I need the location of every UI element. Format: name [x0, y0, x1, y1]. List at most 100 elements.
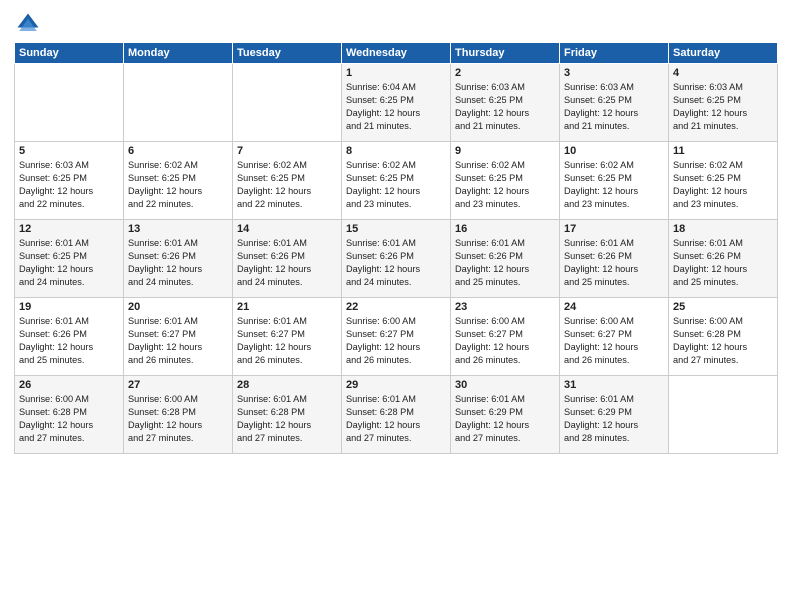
calendar-cell: 11 Sunrise: 6:02 AM Sunset: 6:25 PM Dayli…	[669, 142, 778, 220]
day-info: Sunrise: 6:01 AM Sunset: 6:26 PM Dayligh…	[237, 237, 337, 289]
header	[14, 10, 778, 38]
day-number: 16	[455, 223, 555, 235]
calendar-cell: 24 Sunrise: 6:00 AM Sunset: 6:27 PM Dayli…	[560, 298, 669, 376]
day-number: 3	[564, 67, 664, 79]
day-number: 26	[19, 379, 119, 391]
day-info: Sunrise: 6:03 AM Sunset: 6:25 PM Dayligh…	[673, 81, 773, 133]
day-number: 5	[19, 145, 119, 157]
calendar-cell: 28 Sunrise: 6:01 AM Sunset: 6:28 PM Dayli…	[233, 376, 342, 454]
calendar-cell: 26 Sunrise: 6:00 AM Sunset: 6:28 PM Dayli…	[15, 376, 124, 454]
calendar-cell	[124, 64, 233, 142]
day-info: Sunrise: 6:02 AM Sunset: 6:25 PM Dayligh…	[564, 159, 664, 211]
day-info: Sunrise: 6:00 AM Sunset: 6:27 PM Dayligh…	[455, 315, 555, 367]
header-day-friday: Friday	[560, 43, 669, 64]
day-number: 6	[128, 145, 228, 157]
day-info: Sunrise: 6:00 AM Sunset: 6:27 PM Dayligh…	[564, 315, 664, 367]
calendar-week-row: 12 Sunrise: 6:01 AM Sunset: 6:25 PM Dayli…	[15, 220, 778, 298]
calendar-header-row: SundayMondayTuesdayWednesdayThursdayFrid…	[15, 43, 778, 64]
day-number: 10	[564, 145, 664, 157]
day-info: Sunrise: 6:03 AM Sunset: 6:25 PM Dayligh…	[455, 81, 555, 133]
day-number: 17	[564, 223, 664, 235]
day-number: 11	[673, 145, 773, 157]
day-info: Sunrise: 6:01 AM Sunset: 6:26 PM Dayligh…	[455, 237, 555, 289]
day-number: 13	[128, 223, 228, 235]
header-day-tuesday: Tuesday	[233, 43, 342, 64]
calendar-week-row: 1 Sunrise: 6:04 AM Sunset: 6:25 PM Daylig…	[15, 64, 778, 142]
day-info: Sunrise: 6:01 AM Sunset: 6:29 PM Dayligh…	[564, 393, 664, 445]
calendar-cell: 23 Sunrise: 6:00 AM Sunset: 6:27 PM Dayli…	[451, 298, 560, 376]
calendar-cell	[233, 64, 342, 142]
header-day-thursday: Thursday	[451, 43, 560, 64]
header-day-wednesday: Wednesday	[342, 43, 451, 64]
day-info: Sunrise: 6:01 AM Sunset: 6:28 PM Dayligh…	[237, 393, 337, 445]
calendar-table: SundayMondayTuesdayWednesdayThursdayFrid…	[14, 42, 778, 454]
day-info: Sunrise: 6:01 AM Sunset: 6:26 PM Dayligh…	[564, 237, 664, 289]
calendar-cell: 13 Sunrise: 6:01 AM Sunset: 6:26 PM Dayli…	[124, 220, 233, 298]
day-info: Sunrise: 6:02 AM Sunset: 6:25 PM Dayligh…	[128, 159, 228, 211]
main-container: SundayMondayTuesdayWednesdayThursdayFrid…	[0, 0, 792, 464]
calendar-cell: 15Sunrise: 6:01 AM Sunset: 6:26 PM Dayli…	[342, 220, 451, 298]
calendar-cell: 6 Sunrise: 6:02 AM Sunset: 6:25 PM Daylig…	[124, 142, 233, 220]
calendar-cell: 3 Sunrise: 6:03 AM Sunset: 6:25 PM Daylig…	[560, 64, 669, 142]
calendar-cell: 27 Sunrise: 6:00 AM Sunset: 6:28 PM Dayli…	[124, 376, 233, 454]
header-day-monday: Monday	[124, 43, 233, 64]
day-info: Sunrise: 6:00 AM Sunset: 6:27 PM Dayligh…	[346, 315, 446, 367]
day-info: Sunrise: 6:01 AM Sunset: 6:25 PM Dayligh…	[19, 237, 119, 289]
day-number: 7	[237, 145, 337, 157]
calendar-cell: 18 Sunrise: 6:01 AM Sunset: 6:26 PM Dayli…	[669, 220, 778, 298]
calendar-week-row: 26 Sunrise: 6:00 AM Sunset: 6:28 PM Dayli…	[15, 376, 778, 454]
calendar-cell: 4 Sunrise: 6:03 AM Sunset: 6:25 PM Daylig…	[669, 64, 778, 142]
calendar-cell: 17 Sunrise: 6:01 AM Sunset: 6:26 PM Dayli…	[560, 220, 669, 298]
calendar-cell	[669, 376, 778, 454]
day-number: 14	[237, 223, 337, 235]
day-info: Sunrise: 6:01 AM Sunset: 6:26 PM Dayligh…	[673, 237, 773, 289]
day-number: 15	[346, 223, 446, 235]
day-number: 12	[19, 223, 119, 235]
day-number: 4	[673, 67, 773, 79]
day-number: 30	[455, 379, 555, 391]
calendar-cell: 31Sunrise: 6:01 AM Sunset: 6:29 PM Dayli…	[560, 376, 669, 454]
calendar-cell: 30 Sunrise: 6:01 AM Sunset: 6:29 PM Dayli…	[451, 376, 560, 454]
calendar-cell: 22 Sunrise: 6:00 AM Sunset: 6:27 PM Dayli…	[342, 298, 451, 376]
calendar-cell: 9Sunrise: 6:02 AM Sunset: 6:25 PM Daylig…	[451, 142, 560, 220]
day-info: Sunrise: 6:01 AM Sunset: 6:28 PM Dayligh…	[346, 393, 446, 445]
day-info: Sunrise: 6:00 AM Sunset: 6:28 PM Dayligh…	[128, 393, 228, 445]
day-info: Sunrise: 6:00 AM Sunset: 6:28 PM Dayligh…	[673, 315, 773, 367]
day-number: 28	[237, 379, 337, 391]
day-number: 24	[564, 301, 664, 313]
day-info: Sunrise: 6:02 AM Sunset: 6:25 PM Dayligh…	[673, 159, 773, 211]
day-number: 23	[455, 301, 555, 313]
day-number: 21	[237, 301, 337, 313]
calendar-cell: 25Sunrise: 6:00 AM Sunset: 6:28 PM Dayli…	[669, 298, 778, 376]
calendar-cell: 7 Sunrise: 6:02 AM Sunset: 6:25 PM Daylig…	[233, 142, 342, 220]
day-info: Sunrise: 6:01 AM Sunset: 6:26 PM Dayligh…	[19, 315, 119, 367]
day-info: Sunrise: 6:00 AM Sunset: 6:28 PM Dayligh…	[19, 393, 119, 445]
day-info: Sunrise: 6:01 AM Sunset: 6:26 PM Dayligh…	[128, 237, 228, 289]
day-number: 27	[128, 379, 228, 391]
day-info: Sunrise: 6:04 AM Sunset: 6:25 PM Dayligh…	[346, 81, 446, 133]
day-info: Sunrise: 6:03 AM Sunset: 6:25 PM Dayligh…	[564, 81, 664, 133]
calendar-cell: 21 Sunrise: 6:01 AM Sunset: 6:27 PM Dayli…	[233, 298, 342, 376]
header-day-saturday: Saturday	[669, 43, 778, 64]
day-number: 18	[673, 223, 773, 235]
calendar-week-row: 19 Sunrise: 6:01 AM Sunset: 6:26 PM Dayli…	[15, 298, 778, 376]
day-number: 20	[128, 301, 228, 313]
day-number: 1	[346, 67, 446, 79]
day-number: 29	[346, 379, 446, 391]
day-number: 22	[346, 301, 446, 313]
calendar-cell: 12 Sunrise: 6:01 AM Sunset: 6:25 PM Dayli…	[15, 220, 124, 298]
day-number: 8	[346, 145, 446, 157]
day-info: Sunrise: 6:02 AM Sunset: 6:25 PM Dayligh…	[237, 159, 337, 211]
logo-icon	[14, 10, 42, 38]
day-info: Sunrise: 6:02 AM Sunset: 6:25 PM Dayligh…	[346, 159, 446, 211]
calendar-cell: 10 Sunrise: 6:02 AM Sunset: 6:25 PM Dayli…	[560, 142, 669, 220]
logo	[14, 10, 46, 38]
day-info: Sunrise: 6:01 AM Sunset: 6:29 PM Dayligh…	[455, 393, 555, 445]
calendar-week-row: 5 Sunrise: 6:03 AM Sunset: 6:25 PM Daylig…	[15, 142, 778, 220]
calendar-cell: 20Sunrise: 6:01 AM Sunset: 6:27 PM Dayli…	[124, 298, 233, 376]
calendar-cell: 1 Sunrise: 6:04 AM Sunset: 6:25 PM Daylig…	[342, 64, 451, 142]
day-number: 19	[19, 301, 119, 313]
calendar-cell: 5 Sunrise: 6:03 AM Sunset: 6:25 PM Daylig…	[15, 142, 124, 220]
day-info: Sunrise: 6:03 AM Sunset: 6:25 PM Dayligh…	[19, 159, 119, 211]
day-info: Sunrise: 6:01 AM Sunset: 6:27 PM Dayligh…	[237, 315, 337, 367]
